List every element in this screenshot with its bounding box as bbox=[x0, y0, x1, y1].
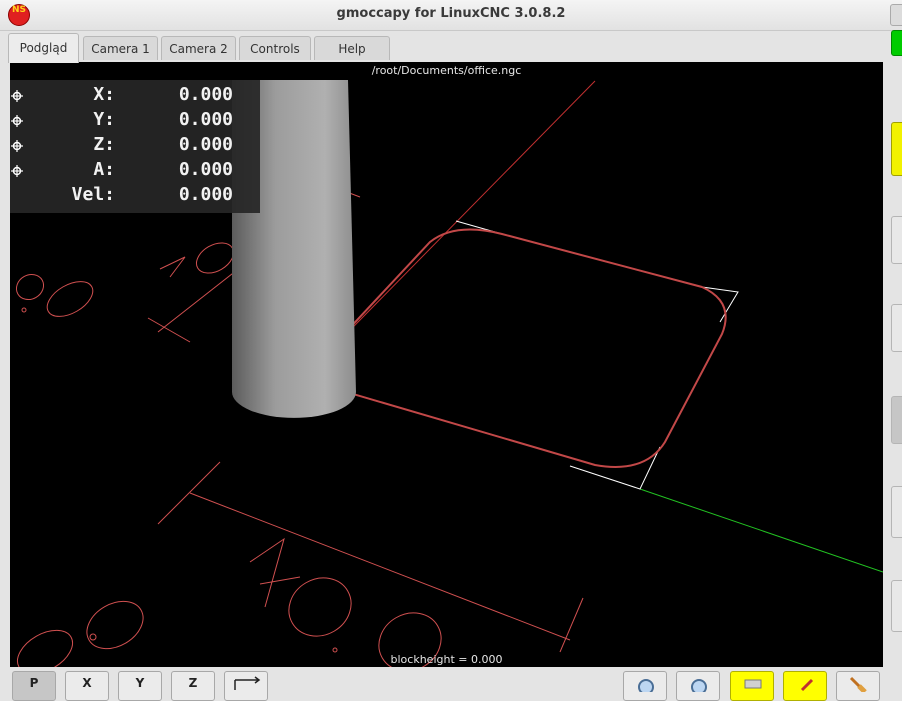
right-button-3[interactable] bbox=[891, 216, 902, 264]
machine-status-button[interactable] bbox=[891, 122, 902, 176]
view-y-button[interactable]: Y bbox=[118, 671, 162, 701]
power-status-button[interactable] bbox=[891, 30, 902, 56]
title-bar: NS gmoccapy for LinuxCNC 3.0.8.2 bbox=[0, 0, 902, 31]
window-title: gmoccapy for LinuxCNC 3.0.8.2 bbox=[336, 6, 566, 21]
view-y-label: Y bbox=[135, 676, 145, 690]
dro-label-z: Z: bbox=[93, 134, 115, 155]
window-control-button[interactable] bbox=[890, 4, 902, 26]
view-x-button[interactable]: X bbox=[65, 671, 109, 701]
dro-label-y: Y: bbox=[93, 109, 115, 130]
bottom-toolbar: P X Y Z bbox=[0, 669, 902, 701]
right-button-6[interactable] bbox=[891, 486, 902, 538]
dro-row-x: X: 0.000 bbox=[10, 84, 260, 109]
homed-marker-icon bbox=[11, 140, 23, 152]
dro-value-a: 0.000 bbox=[178, 159, 233, 180]
dro-value-y: 0.000 bbox=[178, 109, 233, 130]
zoom-out-icon bbox=[691, 679, 707, 695]
view-x-label: X bbox=[82, 676, 92, 690]
zoom-in-button[interactable] bbox=[623, 671, 667, 701]
view-z2-icon bbox=[234, 676, 261, 690]
homed-marker-icon bbox=[11, 165, 23, 177]
dro-value-x: 0.000 bbox=[178, 84, 233, 105]
dro-overlay: X: 0.000 Y: 0.000 Z: 0.000 A: 0.000 Vel:… bbox=[10, 80, 260, 213]
toolpath-pen-icon bbox=[800, 678, 814, 692]
loaded-file-path: /root/Documents/office.ngc bbox=[371, 64, 522, 77]
y-axis-line bbox=[639, 488, 883, 573]
right-button-column bbox=[886, 30, 902, 670]
view-p-button[interactable]: P bbox=[12, 671, 56, 701]
extent-right bbox=[701, 286, 739, 323]
view-z2-button[interactable] bbox=[224, 671, 268, 701]
clear-plot-button[interactable] bbox=[836, 671, 880, 701]
tab-preview[interactable]: Podgląd bbox=[8, 33, 79, 63]
dro-row-a: A: 0.000 bbox=[10, 159, 260, 184]
dimension-toggle-button[interactable] bbox=[730, 671, 774, 701]
toolpath bbox=[301, 228, 727, 468]
view-z-label: Z bbox=[188, 676, 198, 690]
dro-value-z: 0.000 bbox=[178, 134, 233, 155]
tab-help[interactable]: Help bbox=[314, 36, 390, 60]
right-button-5[interactable] bbox=[891, 396, 902, 444]
homed-marker-icon bbox=[11, 115, 23, 127]
dro-row-z: Z: 0.000 bbox=[10, 134, 260, 159]
view-z-button[interactable]: Z bbox=[171, 671, 215, 701]
view-p-label: P bbox=[29, 676, 39, 690]
gcode-preview-canvas[interactable]: /root/Documents/office.ngc X: 0.000 Y: 0… bbox=[10, 62, 883, 667]
extent-bottom bbox=[569, 446, 661, 490]
dro-row-vel: Vel: 0.000 bbox=[10, 184, 260, 209]
tab-controls[interactable]: Controls bbox=[239, 36, 311, 60]
toolpath-toggle-button[interactable] bbox=[783, 671, 827, 701]
homed-marker-icon bbox=[11, 90, 23, 102]
dro-value-vel: 0.000 bbox=[178, 184, 233, 205]
broom-icon bbox=[849, 676, 867, 694]
dro-label-vel: Vel: bbox=[71, 184, 115, 205]
blockheight-readout: blockheight = 0.000 bbox=[390, 653, 503, 666]
tab-camera-1[interactable]: Camera 1 bbox=[83, 36, 158, 60]
right-button-4[interactable] bbox=[891, 304, 902, 352]
right-button-7[interactable] bbox=[891, 580, 902, 632]
zoom-in-icon bbox=[638, 679, 654, 695]
tab-camera-2[interactable]: Camera 2 bbox=[161, 36, 236, 60]
dro-label-x: X: bbox=[93, 84, 115, 105]
zoom-out-button[interactable] bbox=[676, 671, 720, 701]
dro-label-a: A: bbox=[93, 159, 115, 180]
dro-row-y: Y: 0.000 bbox=[10, 109, 260, 134]
dimension-icon bbox=[744, 679, 762, 689]
